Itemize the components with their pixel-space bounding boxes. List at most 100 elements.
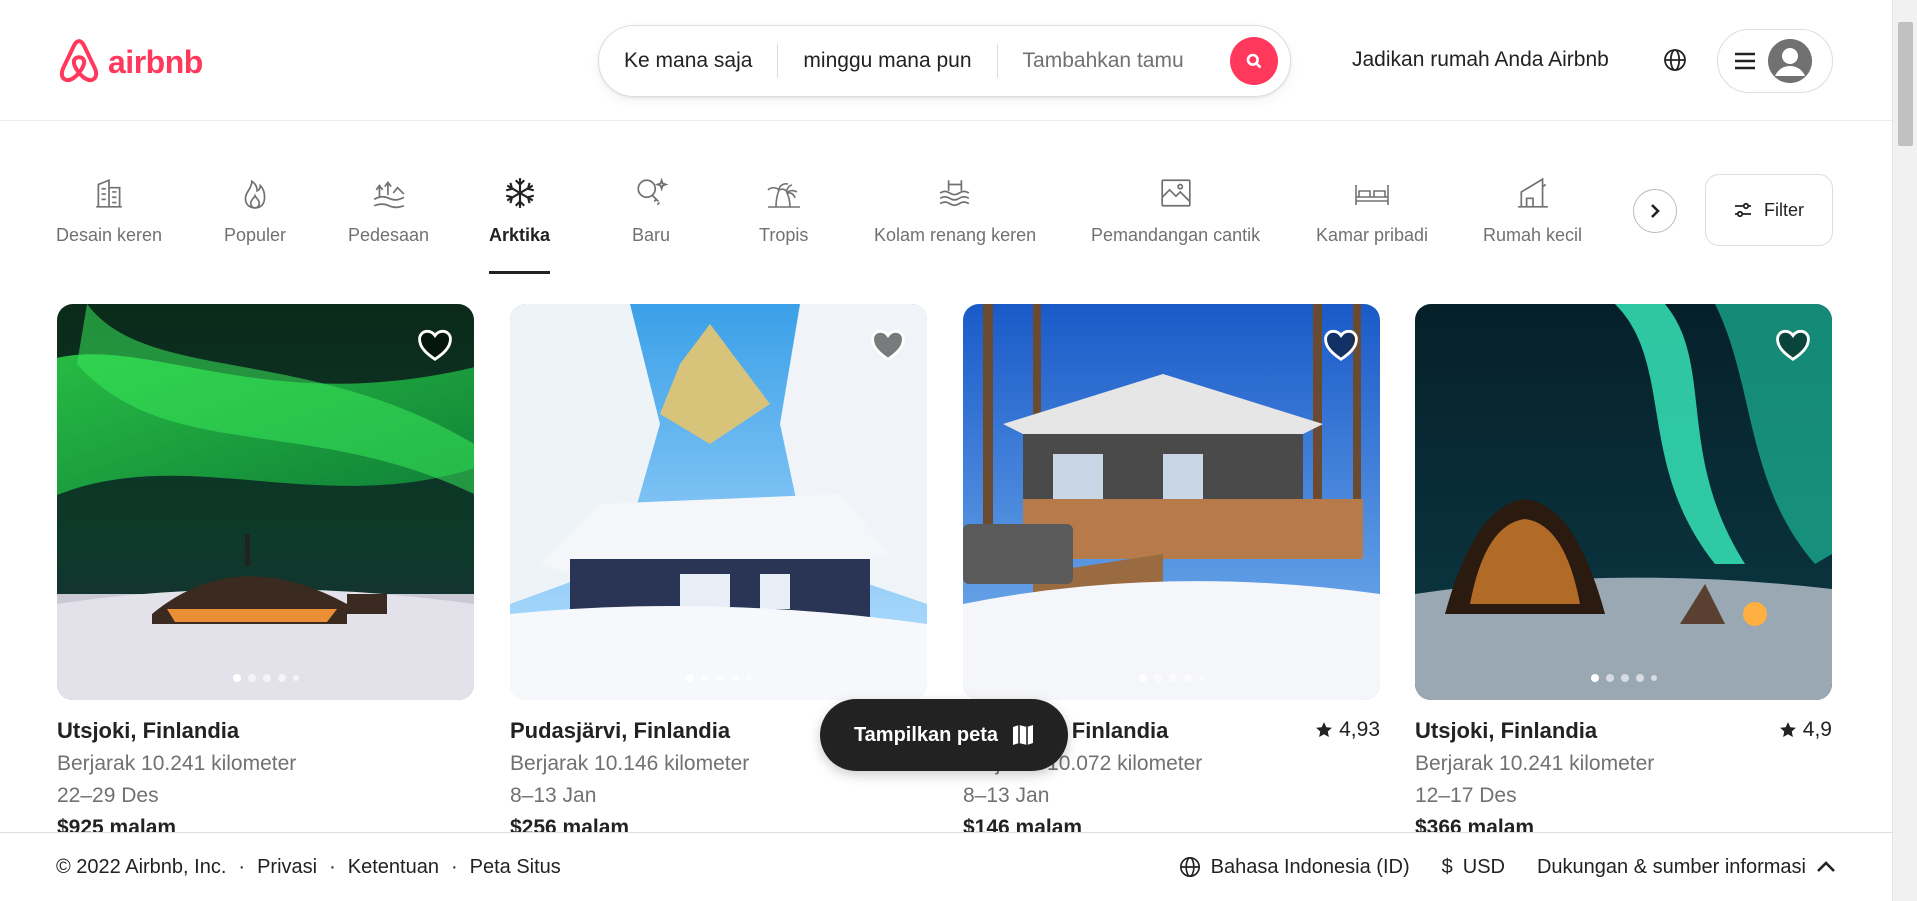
category-label: Kamar pribadi: [1316, 225, 1429, 245]
filter-label: Filter: [1764, 199, 1804, 220]
airbnb-logo-icon: [59, 39, 99, 83]
category-item[interactable]: Pemandangan cantik: [1091, 165, 1260, 246]
category-label: Rumah kecil: [1483, 225, 1583, 245]
pool-icon: [939, 180, 970, 207]
sliders-icon: [1735, 202, 1751, 218]
category-item-active[interactable]: Arktika: [489, 165, 551, 274]
currency-symbol: $: [1441, 855, 1453, 878]
photo-pagination: [57, 674, 474, 682]
category-item[interactable]: Pedesaan: [348, 165, 429, 246]
star-icon: [1779, 722, 1796, 737]
category-label: Kolam renang keren: [874, 225, 1037, 245]
listing-dates: 22–29 Des: [57, 784, 159, 807]
favorite-heart-icon[interactable]: [1322, 326, 1360, 364]
favorite-heart-icon[interactable]: [416, 326, 454, 364]
listing-photo[interactable]: [510, 304, 927, 700]
category-label: Baru: [632, 225, 671, 245]
category-label: Tropis: [759, 225, 809, 245]
photo-pagination: [510, 674, 927, 682]
footer-language-button[interactable]: Bahasa Indonesia (ID): [1179, 856, 1410, 879]
airbnb-wordmark: airbnb: [108, 43, 203, 80]
scrollbar-thumb[interactable]: [1898, 22, 1913, 146]
scenic-view-icon: [1160, 179, 1191, 207]
footer-link-sitemap[interactable]: Peta Situs: [470, 856, 561, 879]
search-icon: [1246, 53, 1262, 69]
photo-pagination: [963, 674, 1380, 682]
active-tab-underline: [489, 271, 551, 274]
filter-button[interactable]: Filter: [1705, 174, 1833, 246]
footer-support-button[interactable]: Dukungan & sumber informasi: [1537, 856, 1836, 879]
show-map-label: Tampilkan peta: [853, 723, 999, 746]
bed-icon: [1355, 185, 1389, 205]
listing-location: Utsjoki, Finlandia: [57, 718, 240, 743]
listing-photo[interactable]: [963, 304, 1380, 700]
listing-card[interactable]: Utsjoki, Finlandia Berjarak 10.241 kilom…: [57, 304, 474, 840]
listing-dates: 8–13 Jan: [510, 784, 597, 807]
listing-card[interactable]: Utsjoki, Finlandia 4,9 Berjarak 10.241 k…: [1415, 304, 1832, 840]
footer-separator: ·: [329, 855, 336, 878]
listing-distance: Berjarak 10.241 kilometer: [57, 752, 297, 775]
listing-dates: 8–13 Jan: [963, 784, 1050, 807]
search-button[interactable]: [1230, 37, 1278, 85]
listing-rating: 4,93: [1315, 718, 1380, 742]
user-menu-button[interactable]: [1717, 29, 1833, 93]
category-item[interactable]: Baru: [632, 165, 670, 246]
avatar: [1768, 39, 1812, 83]
star-icon: [1316, 722, 1332, 737]
favorite-heart-icon[interactable]: [1774, 326, 1812, 364]
aurora-igloo-photo: [1415, 304, 1832, 700]
category-label: Arktika: [489, 225, 551, 245]
search-where[interactable]: Ke mana saja: [599, 49, 777, 73]
search-bar[interactable]: Ke mana saja minggu mana pun Tambahkan t…: [598, 25, 1291, 97]
tiny-house-icon: [1517, 177, 1548, 208]
footer-link-terms[interactable]: Ketentuan: [348, 856, 439, 879]
footer: © 2022 Airbnb, Inc. · Privasi · Ketentua…: [0, 832, 1892, 901]
listing-location: Utsjoki, Finlandia: [1415, 718, 1598, 743]
map-icon: [1013, 725, 1034, 745]
category-item[interactable]: Desain keren: [56, 165, 162, 246]
sparkle-key-icon: [637, 177, 669, 206]
page-scrollbar[interactable]: [1892, 0, 1917, 901]
footer-separator: ·: [238, 855, 246, 878]
chevron-up-icon: [1817, 861, 1835, 872]
search-when[interactable]: minggu mana pun: [778, 49, 996, 73]
footer-separator: ·: [450, 855, 458, 878]
snowflake-icon: [505, 178, 534, 208]
flame-icon: [244, 179, 266, 209]
category-label: Pemandangan cantik: [1091, 225, 1261, 245]
search-guests[interactable]: Tambahkan tamu: [998, 49, 1209, 73]
category-label: Desain keren: [56, 225, 163, 245]
category-item[interactable]: Tropis: [759, 165, 808, 246]
category-item[interactable]: Populer: [224, 165, 286, 246]
building-icon: [96, 178, 122, 208]
category-next-button[interactable]: [1633, 189, 1677, 233]
footer-language-label: Bahasa Indonesia (ID): [1210, 855, 1410, 878]
aurora-cabin-photo: [57, 304, 474, 700]
snowy-cabin-photo: [510, 304, 927, 700]
airbnb-logo[interactable]: airbnb: [56, 37, 203, 87]
listing-photo[interactable]: [1415, 304, 1832, 700]
language-button[interactable]: [1656, 41, 1694, 79]
favorite-heart-icon[interactable]: [869, 326, 907, 364]
footer-currency-button[interactable]: $ USD: [1442, 856, 1505, 879]
photo-pagination: [1415, 674, 1832, 682]
listing-dates: 12–17 Des: [1415, 784, 1517, 807]
listing-distance: Berjarak 10.241 kilometer: [1415, 752, 1655, 775]
show-map-button[interactable]: Tampilkan peta: [820, 699, 1068, 771]
rating-value: 4,93: [1339, 718, 1380, 741]
category-item[interactable]: Rumah kecil: [1483, 165, 1582, 246]
category-item[interactable]: Kolam renang keren: [874, 165, 1036, 246]
rating-value: 4,9: [1802, 718, 1832, 741]
category-label: Populer: [224, 225, 287, 245]
countryside-icon: [373, 180, 405, 209]
footer-link-privacy[interactable]: Privasi: [257, 856, 317, 879]
support-label: Dukungan & sumber informasi: [1536, 855, 1806, 878]
lodge-photo: [963, 304, 1380, 700]
globe-icon: [1664, 49, 1686, 71]
host-link[interactable]: Jadikan rumah Anda Airbnb: [1352, 48, 1609, 72]
listing-photo[interactable]: [57, 304, 474, 700]
hamburger-menu-icon: [1735, 52, 1755, 70]
category-item[interactable]: Kamar pribadi: [1316, 165, 1428, 246]
user-avatar-icon: [1768, 39, 1812, 83]
currency-label: USD: [1462, 855, 1505, 878]
